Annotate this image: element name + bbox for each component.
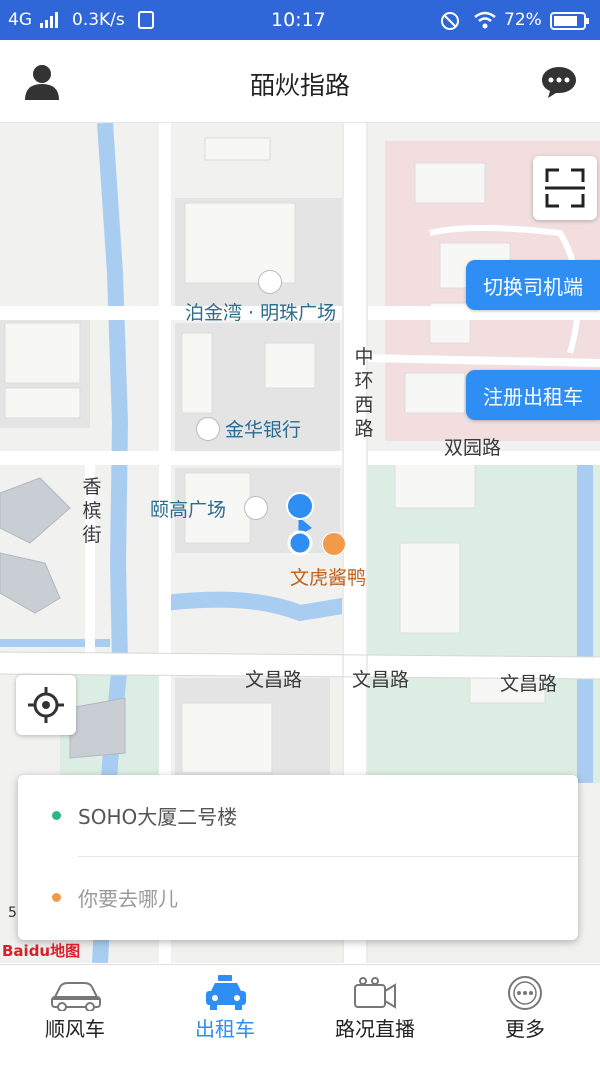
network-speed: 0.3K/s	[72, 10, 125, 30]
do-not-disturb-icon	[440, 11, 460, 36]
clock: 10:17	[271, 9, 326, 31]
poi-label-restaurant: 文虎酱鸭	[290, 567, 367, 589]
origin-dot-icon	[52, 811, 61, 820]
poi-label-bank: 金华银行	[225, 419, 302, 441]
app-header: 皕炏指路	[0, 40, 600, 123]
network-type: 4G	[8, 10, 32, 30]
battery-level: 72%	[504, 10, 542, 30]
crosshair-icon	[28, 687, 64, 723]
tab-label: 顺风车	[45, 1017, 105, 1041]
scan-button[interactable]	[533, 156, 597, 220]
register-taxi-button[interactable]: 注册出租车	[466, 370, 600, 420]
tab-traffic-live[interactable]: 路况直播	[300, 965, 450, 1055]
page-title: 皕炏指路	[249, 71, 350, 100]
road-label-zhonghuan: 中环西路	[354, 346, 374, 440]
tab-label: 出租车	[195, 1017, 255, 1041]
wifi-icon	[473, 11, 497, 34]
map-scale: 5	[8, 905, 17, 921]
tab-carpool[interactable]: 顺风车	[0, 965, 150, 1055]
tab-label: 路况直播	[335, 1017, 415, 1041]
tab-more[interactable]: 更多	[450, 965, 600, 1055]
battery-icon	[550, 12, 590, 35]
destination-dot-icon	[52, 893, 61, 902]
signal-icon	[40, 12, 60, 33]
road-label-shuangyuan: 双园路	[444, 437, 502, 459]
road-label-wenchang-3: 文昌路	[500, 673, 558, 695]
poi-label-plaza2: 颐高广场	[150, 499, 227, 521]
switch-driver-button[interactable]: 切换司机端	[466, 260, 600, 310]
car-icon	[51, 982, 101, 1011]
origin-row[interactable]: SOHO大厦二号楼	[18, 775, 578, 857]
camera-icon	[354, 977, 396, 1009]
address-card: SOHO大厦二号楼 你要去哪儿	[18, 775, 578, 940]
road-label-xiangbin: 香槟街	[82, 476, 102, 546]
restaurant-poi-icon	[322, 532, 346, 556]
road-label-wenchang-2: 文昌路	[352, 669, 410, 691]
scan-icon	[545, 168, 585, 208]
destination-input[interactable]: 你要去哪儿	[78, 883, 178, 912]
locate-button[interactable]	[16, 675, 76, 735]
tab-label: 更多	[505, 1017, 545, 1041]
origin-address: SOHO大厦二号楼	[78, 805, 238, 829]
mall-poi-icon	[244, 496, 268, 520]
chat-icon[interactable]	[539, 62, 579, 102]
road-label-wenchang-1: 文昌路	[245, 669, 303, 691]
tab-taxi[interactable]: 出租车	[150, 965, 300, 1055]
building-poi-icon	[258, 270, 282, 294]
destination-row[interactable]: 你要去哪儿	[18, 857, 578, 937]
poi-label-plaza1: 泊金湾 · 明珠广场	[185, 302, 337, 324]
bank-poi-icon	[196, 417, 220, 441]
sim-icon	[138, 11, 154, 34]
baidu-map-logo: Baidu地图	[2, 942, 81, 960]
status-bar: 4G 0.3K/s 10:17 72%	[0, 0, 600, 40]
bottom-nav: 顺风车 出租车 路况直播 更多	[0, 964, 600, 1068]
more-icon	[508, 976, 542, 1010]
taxi-icon	[206, 975, 246, 1010]
